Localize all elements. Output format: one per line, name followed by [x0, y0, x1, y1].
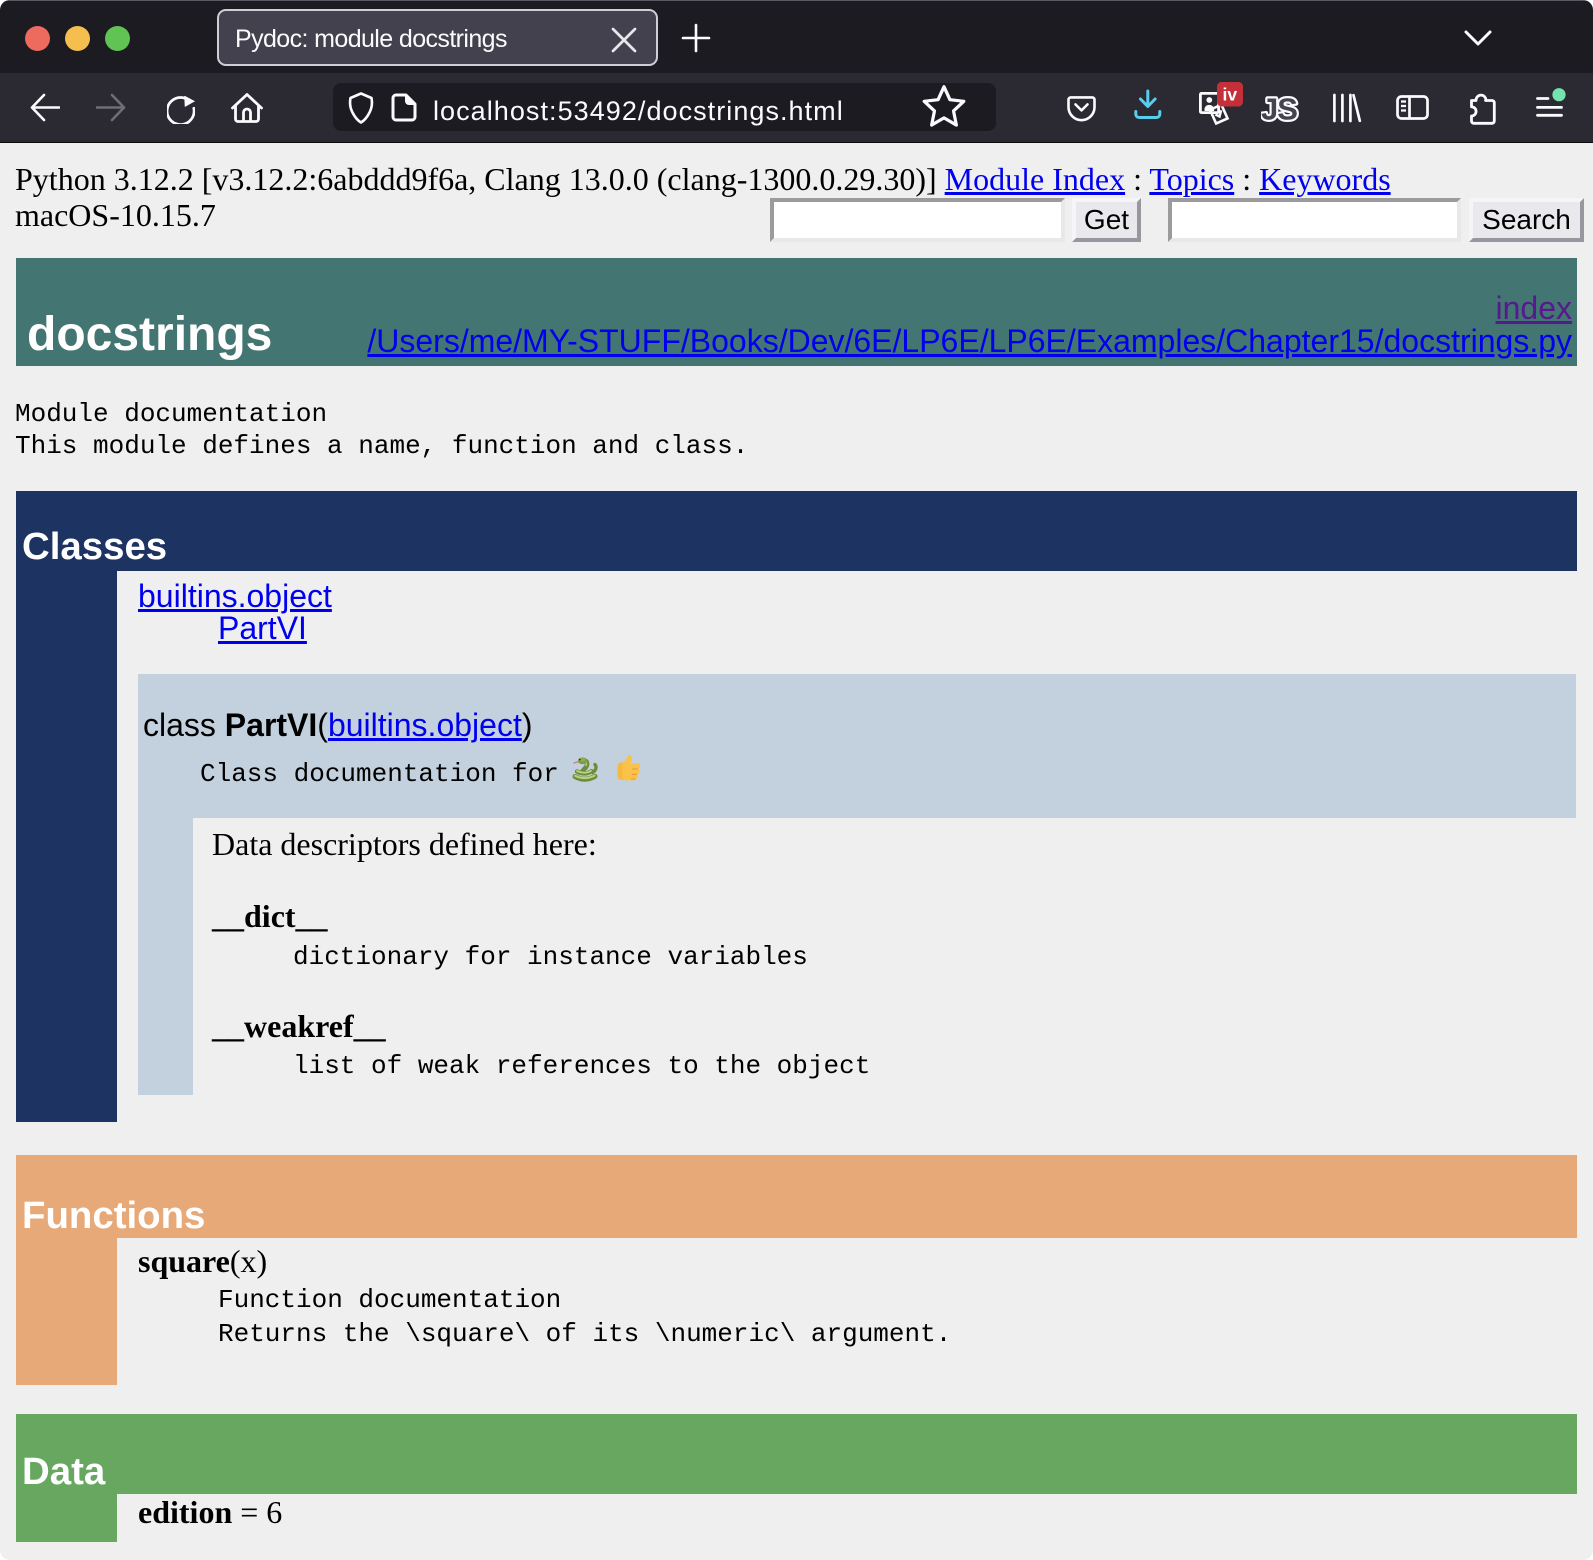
svg-text:JS: JS [1261, 93, 1297, 123]
svg-text:iv: iv [1222, 85, 1237, 105]
